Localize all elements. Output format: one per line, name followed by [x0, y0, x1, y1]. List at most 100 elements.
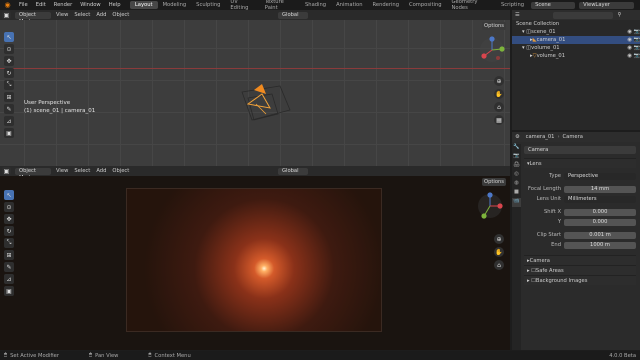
menu-add-2[interactable]: Add — [93, 168, 109, 174]
menu-view-2[interactable]: View — [53, 168, 71, 174]
rotate-tool-icon-2[interactable]: ↻ — [4, 226, 14, 236]
properties-type-icon[interactable]: ⚙ — [512, 134, 523, 140]
menu-edit[interactable]: Edit — [32, 2, 50, 8]
camera-data-tab-icon[interactable]: 📹 — [512, 198, 521, 207]
outliner-type-icon[interactable]: ☰ — [512, 12, 523, 18]
view-subtitle: (1) scene_01 | camera_01 — [24, 108, 96, 114]
menu-file[interactable]: File — [15, 2, 32, 8]
mode-dropdown[interactable]: Object Mode — [15, 11, 51, 25]
visibility-icon[interactable]: ◉ 📷 — [627, 29, 640, 35]
shift-y-field[interactable]: 0.000 — [564, 218, 636, 226]
zoom-icon-2[interactable]: ⊕ — [494, 234, 504, 244]
clip-end-field[interactable]: 1000 m — [564, 241, 636, 249]
tab-shading[interactable]: Shading — [300, 1, 331, 9]
blender-logo-icon[interactable]: ◉ — [3, 1, 12, 9]
move-tool-icon-2[interactable]: ✥ — [4, 214, 14, 224]
lens-unit-dropdown[interactable]: Millimeters — [564, 195, 636, 203]
menu-add[interactable]: Add — [93, 12, 109, 18]
tab-compositing[interactable]: Compositing — [404, 1, 447, 9]
scene-collection-row[interactable]: Scene Collection — [512, 20, 640, 28]
scene-tab-icon[interactable]: ◎ — [512, 171, 521, 180]
menu-view[interactable]: View — [53, 12, 71, 18]
outliner-item[interactable]: ▾ ◫ scene_01 ◉ 📷 — [512, 28, 640, 36]
visibility-icon[interactable]: ◉ 📷 — [627, 37, 640, 43]
camera-data-name-field[interactable]: Camera — [524, 146, 636, 154]
type-dropdown[interactable]: Perspective — [564, 172, 636, 180]
background-images-section-header[interactable]: ▸ ☐ Background Images — [524, 275, 636, 285]
clip-start-field[interactable]: 0.001 m — [564, 231, 636, 239]
zoom-icon[interactable]: ⊕ — [494, 76, 504, 86]
pan-hand-icon[interactable]: ✋ — [494, 89, 504, 99]
menu-object[interactable]: Object — [109, 12, 132, 18]
safe-areas-section-header[interactable]: ▸ ☐ Safe Areas — [524, 265, 636, 275]
outliner-item-selected[interactable]: ▸ ◣ camera_01 ◉ 📷 — [512, 36, 640, 44]
tab-sculpting[interactable]: Sculpting — [191, 1, 225, 9]
move-tool-icon[interactable]: ✥ — [4, 56, 14, 66]
menu-window[interactable]: Window — [76, 2, 104, 8]
render-tab-icon[interactable]: 📷 — [512, 153, 521, 162]
filter-icon[interactable]: ⚲ — [615, 12, 625, 18]
menu-help[interactable]: Help — [105, 2, 125, 8]
measure-tool-icon[interactable]: ⊿ — [4, 116, 14, 126]
add-cube-tool-icon-2[interactable]: ▣ — [4, 286, 14, 296]
outliner-search[interactable] — [552, 11, 613, 19]
render-canvas[interactable]: Options ⊕ ✋ ⌂ — [0, 176, 510, 350]
tab-animation[interactable]: Animation — [331, 1, 367, 9]
viewport-canvas[interactable]: User Perspective (1) scene_01 | camera_0… — [0, 20, 510, 166]
camera-view-icon[interactable]: ⌂ — [494, 102, 504, 112]
scale-tool-icon[interactable]: ⤡ — [4, 80, 14, 90]
mode-dropdown-2[interactable]: Object Mode — [15, 167, 51, 181]
scene-selector[interactable]: Scene — [531, 1, 576, 9]
menu-render[interactable]: Render — [50, 2, 76, 8]
tool-tab-icon[interactable]: 🔧 — [512, 144, 521, 153]
rotate-tool-icon[interactable]: ↻ — [4, 68, 14, 78]
outliner-item[interactable]: ▾ ◫ volume_01 ◉ 📷 — [512, 44, 640, 52]
tab-scripting[interactable]: Scripting — [496, 1, 529, 9]
menu-select[interactable]: Select — [71, 12, 93, 18]
camera-section-header[interactable]: ▸ Camera — [524, 255, 636, 265]
camera-object[interactable] — [236, 76, 296, 136]
options-button[interactable]: Options — [482, 22, 506, 30]
render-viewport[interactable]: ▣ Object Mode View Select Add Object Glo… — [0, 166, 510, 350]
menu-object-2[interactable]: Object — [109, 168, 132, 174]
grid-toggle-icon[interactable]: ▦ — [494, 115, 504, 125]
shift-x-label: Shift X — [544, 209, 561, 215]
object-tab-icon[interactable]: ■ — [512, 189, 521, 198]
view-layer-selector[interactable]: ViewLayer — [579, 1, 634, 9]
visibility-icon[interactable]: ◉ 📷 — [627, 53, 640, 59]
options-button-2[interactable]: Options — [482, 178, 506, 186]
visibility-icon[interactable]: ◉ 📷 — [627, 45, 640, 51]
pan-hand-icon-2[interactable]: ✋ — [494, 247, 504, 257]
annotate-tool-icon[interactable]: ✎ — [4, 104, 14, 114]
output-tab-icon[interactable]: 🖨 — [512, 162, 521, 171]
world-tab-icon[interactable]: ◍ — [512, 180, 521, 189]
tab-modeling[interactable]: Modeling — [158, 1, 192, 9]
focal-length-field[interactable]: 14 mm — [564, 185, 636, 193]
lens-section-header[interactable]: ▾ Lens — [524, 158, 636, 168]
select-tool-icon-2[interactable]: ↖ — [4, 190, 14, 200]
tab-rendering[interactable]: Rendering — [368, 1, 405, 9]
transform-tool-icon-2[interactable]: ⊞ — [4, 250, 14, 260]
measure-tool-icon-2[interactable]: ⊿ — [4, 274, 14, 284]
editor-type-icon[interactable]: ▣ — [2, 11, 11, 19]
clip-end-row: End 1000 m — [524, 241, 636, 249]
outliner-item[interactable]: ▸ ▽ volume_01 ◉ 📷 — [512, 52, 640, 60]
shift-y-label: Y — [557, 219, 561, 225]
transform-tool-icon[interactable]: ⊞ — [4, 92, 14, 102]
orientation-dropdown-2[interactable]: Global — [278, 167, 308, 175]
navigation-gizmo-2[interactable] — [476, 192, 504, 220]
select-tool-icon[interactable]: ↖ — [4, 32, 14, 42]
annotate-tool-icon-2[interactable]: ✎ — [4, 262, 14, 272]
orientation-dropdown[interactable]: Global — [278, 11, 308, 19]
shift-x-field[interactable]: 0.000 — [564, 208, 636, 216]
cursor-tool-icon[interactable]: ⊙ — [4, 44, 14, 54]
menu-select-2[interactable]: Select — [71, 168, 93, 174]
editor-type-icon-2[interactable]: ▣ — [2, 167, 11, 175]
cursor-tool-icon-2[interactable]: ⊙ — [4, 202, 14, 212]
viewport-3d[interactable]: ▣ Object Mode View Select Add Object Glo… — [0, 10, 510, 166]
camera-view-icon-2[interactable]: ⌂ — [494, 260, 504, 270]
tab-layout[interactable]: Layout — [129, 1, 158, 9]
navigation-gizmo[interactable] — [478, 36, 506, 64]
scale-tool-icon-2[interactable]: ⤡ — [4, 238, 14, 248]
add-cube-tool-icon[interactable]: ▣ — [4, 128, 14, 138]
